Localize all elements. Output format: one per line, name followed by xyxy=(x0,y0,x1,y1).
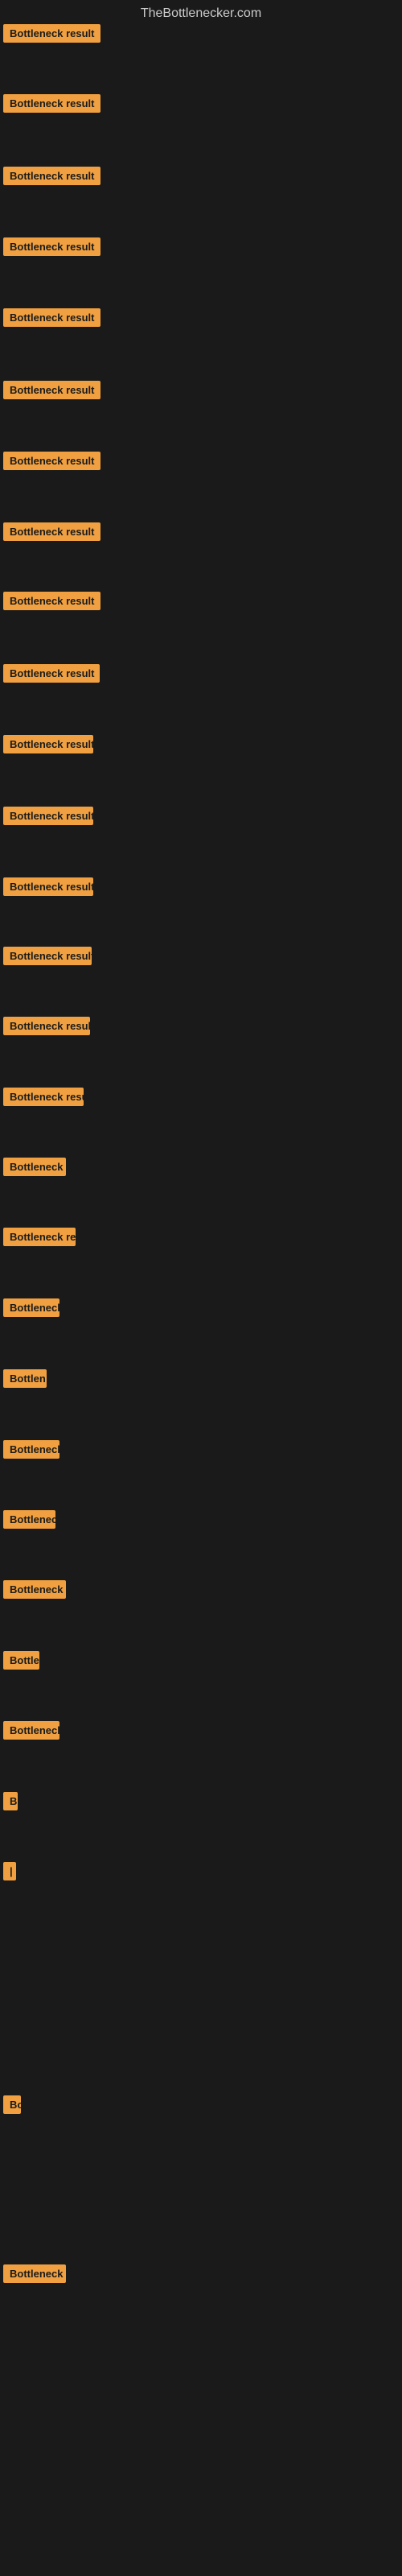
bottleneck-badge-11[interactable]: Bottleneck result xyxy=(3,735,93,753)
bottleneck-item-13[interactable]: Bottleneck result xyxy=(3,877,93,900)
bottleneck-badge-10[interactable]: Bottleneck result xyxy=(3,664,100,683)
bottleneck-badge-25[interactable]: Bottleneck xyxy=(3,1721,59,1740)
items-container: Bottleneck result Bottleneck result Bottle… xyxy=(0,24,402,2560)
bottleneck-item-2[interactable]: Bottleneck result xyxy=(3,94,100,117)
bottleneck-item-1[interactable]: Bottleneck result xyxy=(3,24,100,47)
bottleneck-badge-8[interactable]: Bottleneck result xyxy=(3,522,100,541)
bottleneck-item-9[interactable]: Bottleneck result xyxy=(3,592,100,614)
bottleneck-badge-14[interactable]: Bottleneck result xyxy=(3,947,92,965)
bottleneck-badge-26[interactable]: B xyxy=(3,1792,18,1810)
bottleneck-badge-24[interactable]: Bottle xyxy=(3,1651,39,1670)
bottleneck-badge-13[interactable]: Bottleneck result xyxy=(3,877,93,896)
bottleneck-badge-29[interactable]: Bottleneck r xyxy=(3,2264,66,2283)
bottleneck-item-19[interactable]: Bottleneck xyxy=(3,1298,59,1321)
bottleneck-item-24[interactable]: Bottle xyxy=(3,1651,39,1674)
bottleneck-badge-2[interactable]: Bottleneck result xyxy=(3,94,100,113)
bottleneck-item-23[interactable]: Bottleneck r xyxy=(3,1580,66,1603)
bottleneck-badge-27[interactable]: | xyxy=(3,1862,16,1880)
bottleneck-badge-12[interactable]: Bottleneck result xyxy=(3,807,93,825)
bottleneck-item-3[interactable]: Bottleneck result xyxy=(3,167,100,189)
bottleneck-badge-23[interactable]: Bottleneck r xyxy=(3,1580,66,1599)
bottleneck-item-22[interactable]: Bottlenec xyxy=(3,1510,55,1533)
bottleneck-item-21[interactable]: Bottleneck xyxy=(3,1440,59,1463)
bottleneck-badge-22[interactable]: Bottlenec xyxy=(3,1510,55,1529)
bottleneck-item-17[interactable]: Bottleneck r xyxy=(3,1158,66,1180)
bottleneck-item-18[interactable]: Bottleneck res xyxy=(3,1228,76,1250)
bottleneck-badge-15[interactable]: Bottleneck result xyxy=(3,1017,90,1035)
bottleneck-item-15[interactable]: Bottleneck result xyxy=(3,1017,90,1039)
site-title: TheBottlenecker.com xyxy=(0,0,402,24)
bottleneck-badge-5[interactable]: Bottleneck result xyxy=(3,308,100,327)
bottleneck-badge-9[interactable]: Bottleneck result xyxy=(3,592,100,610)
bottleneck-item-6[interactable]: Bottleneck result xyxy=(3,381,100,403)
site-title-container: TheBottlenecker.com xyxy=(0,0,402,24)
bottleneck-badge-20[interactable]: Bottlen xyxy=(3,1369,47,1388)
bottleneck-item-14[interactable]: Bottleneck result xyxy=(3,947,92,969)
bottleneck-badge-3[interactable]: Bottleneck result xyxy=(3,167,100,185)
bottleneck-item-20[interactable]: Bottlen xyxy=(3,1369,47,1392)
bottleneck-badge-7[interactable]: Bottleneck result xyxy=(3,452,100,470)
bottleneck-badge-16[interactable]: Bottleneck resul xyxy=(3,1088,84,1106)
bottleneck-item-29[interactable]: Bottleneck r xyxy=(3,2264,66,2287)
bottleneck-item-8[interactable]: Bottleneck result xyxy=(3,522,100,545)
bottleneck-item-5[interactable]: Bottleneck result xyxy=(3,308,100,331)
bottleneck-item-4[interactable]: Bottleneck result xyxy=(3,237,100,260)
bottleneck-item-10[interactable]: Bottleneck result xyxy=(3,664,100,687)
bottleneck-item-11[interactable]: Bottleneck result xyxy=(3,735,93,758)
bottleneck-badge-18[interactable]: Bottleneck res xyxy=(3,1228,76,1246)
bottleneck-badge-21[interactable]: Bottleneck xyxy=(3,1440,59,1459)
bottleneck-badge-17[interactable]: Bottleneck r xyxy=(3,1158,66,1176)
bottleneck-item-26[interactable]: B xyxy=(3,1792,18,1814)
bottleneck-badge-4[interactable]: Bottleneck result xyxy=(3,237,100,256)
bottleneck-item-12[interactable]: Bottleneck result xyxy=(3,807,93,829)
bottleneck-item-27[interactable]: | xyxy=(3,1862,16,1885)
bottleneck-item-16[interactable]: Bottleneck resul xyxy=(3,1088,84,1110)
bottleneck-badge-28[interactable]: Bo xyxy=(3,2095,21,2114)
bottleneck-badge-19[interactable]: Bottleneck xyxy=(3,1298,59,1317)
bottleneck-item-28[interactable]: Bo xyxy=(3,2095,21,2118)
bottleneck-item-7[interactable]: Bottleneck result xyxy=(3,452,100,474)
bottleneck-badge-6[interactable]: Bottleneck result xyxy=(3,381,100,399)
bottleneck-badge-1[interactable]: Bottleneck result xyxy=(3,24,100,43)
bottleneck-item-25[interactable]: Bottleneck xyxy=(3,1721,59,1744)
